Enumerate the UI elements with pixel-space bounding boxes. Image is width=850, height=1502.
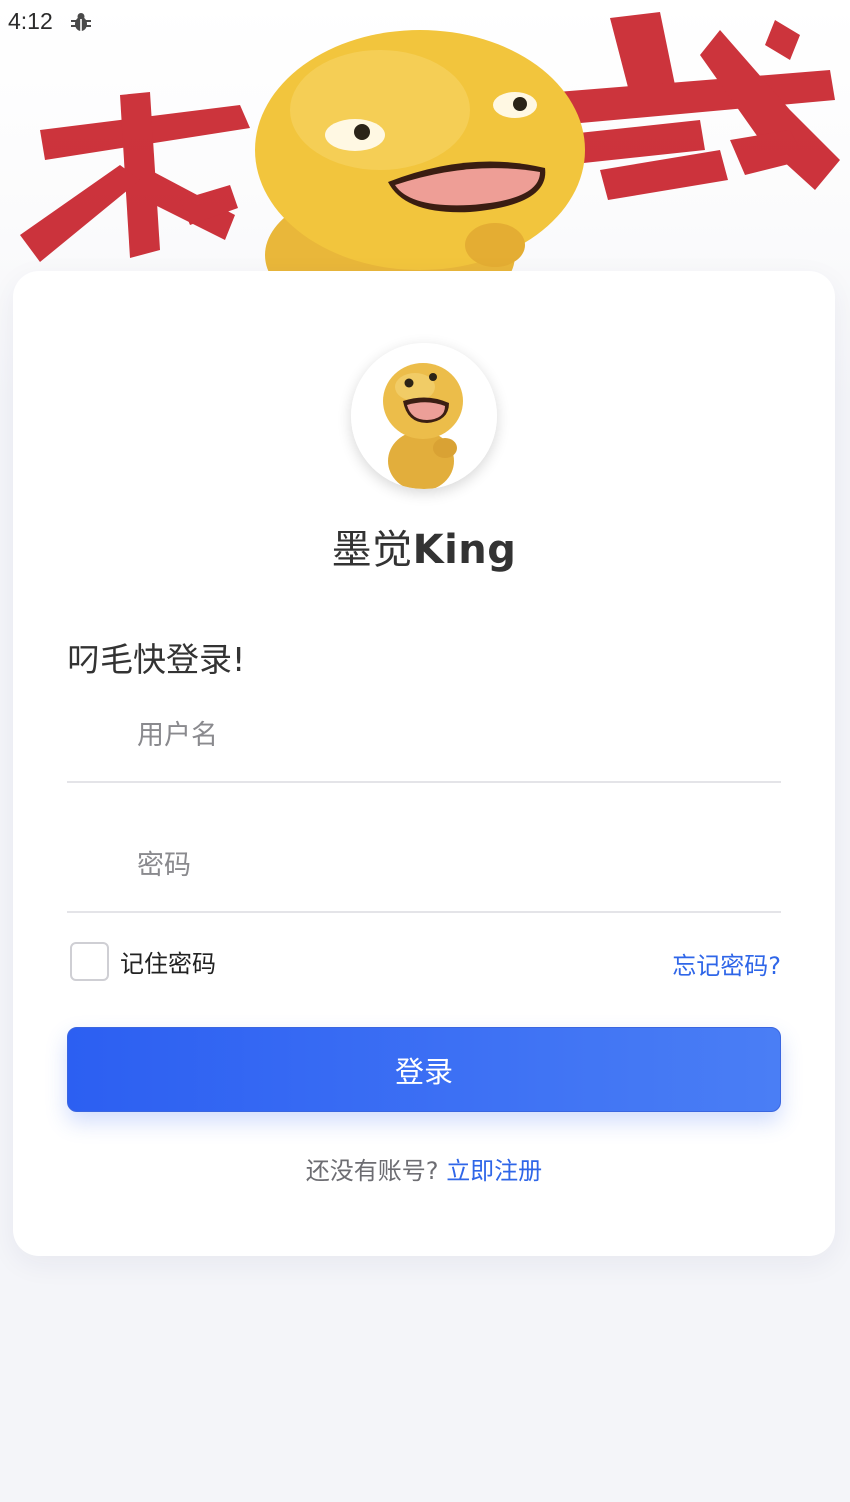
remember-checkbox[interactable] <box>70 941 109 981</box>
login-card: 墨觉King 叼毛快登录! 记住密码 忘记密码? 登录 还没有账号? 立即注册 <box>13 271 835 1256</box>
remember-label: 记住密码 <box>120 949 216 978</box>
bug-icon <box>71 13 91 31</box>
app-name: 墨觉King <box>13 517 835 575</box>
register-row: 还没有账号? 立即注册 <box>13 1151 835 1186</box>
status-bar: 4:12 <box>0 0 850 46</box>
username-input[interactable] <box>67 689 781 781</box>
password-field <box>67 819 781 913</box>
app-name-cjk: 墨觉 <box>331 527 413 573</box>
mascot-avatar <box>351 343 497 489</box>
avatar <box>351 343 497 489</box>
username-field <box>67 689 781 783</box>
app-name-latin: King <box>412 527 517 573</box>
password-input[interactable] <box>67 819 781 911</box>
forgot-password-link[interactable]: 忘记密码? <box>672 946 781 981</box>
register-link[interactable]: 立即注册 <box>446 1157 542 1185</box>
remember-password[interactable]: 记住密码 <box>70 940 216 982</box>
login-prompt: 叼毛快登录! <box>67 640 246 679</box>
status-time: 4:12 <box>8 8 53 34</box>
register-question: 还没有账号? <box>305 1157 439 1185</box>
login-button[interactable]: 登录 <box>67 1027 781 1112</box>
